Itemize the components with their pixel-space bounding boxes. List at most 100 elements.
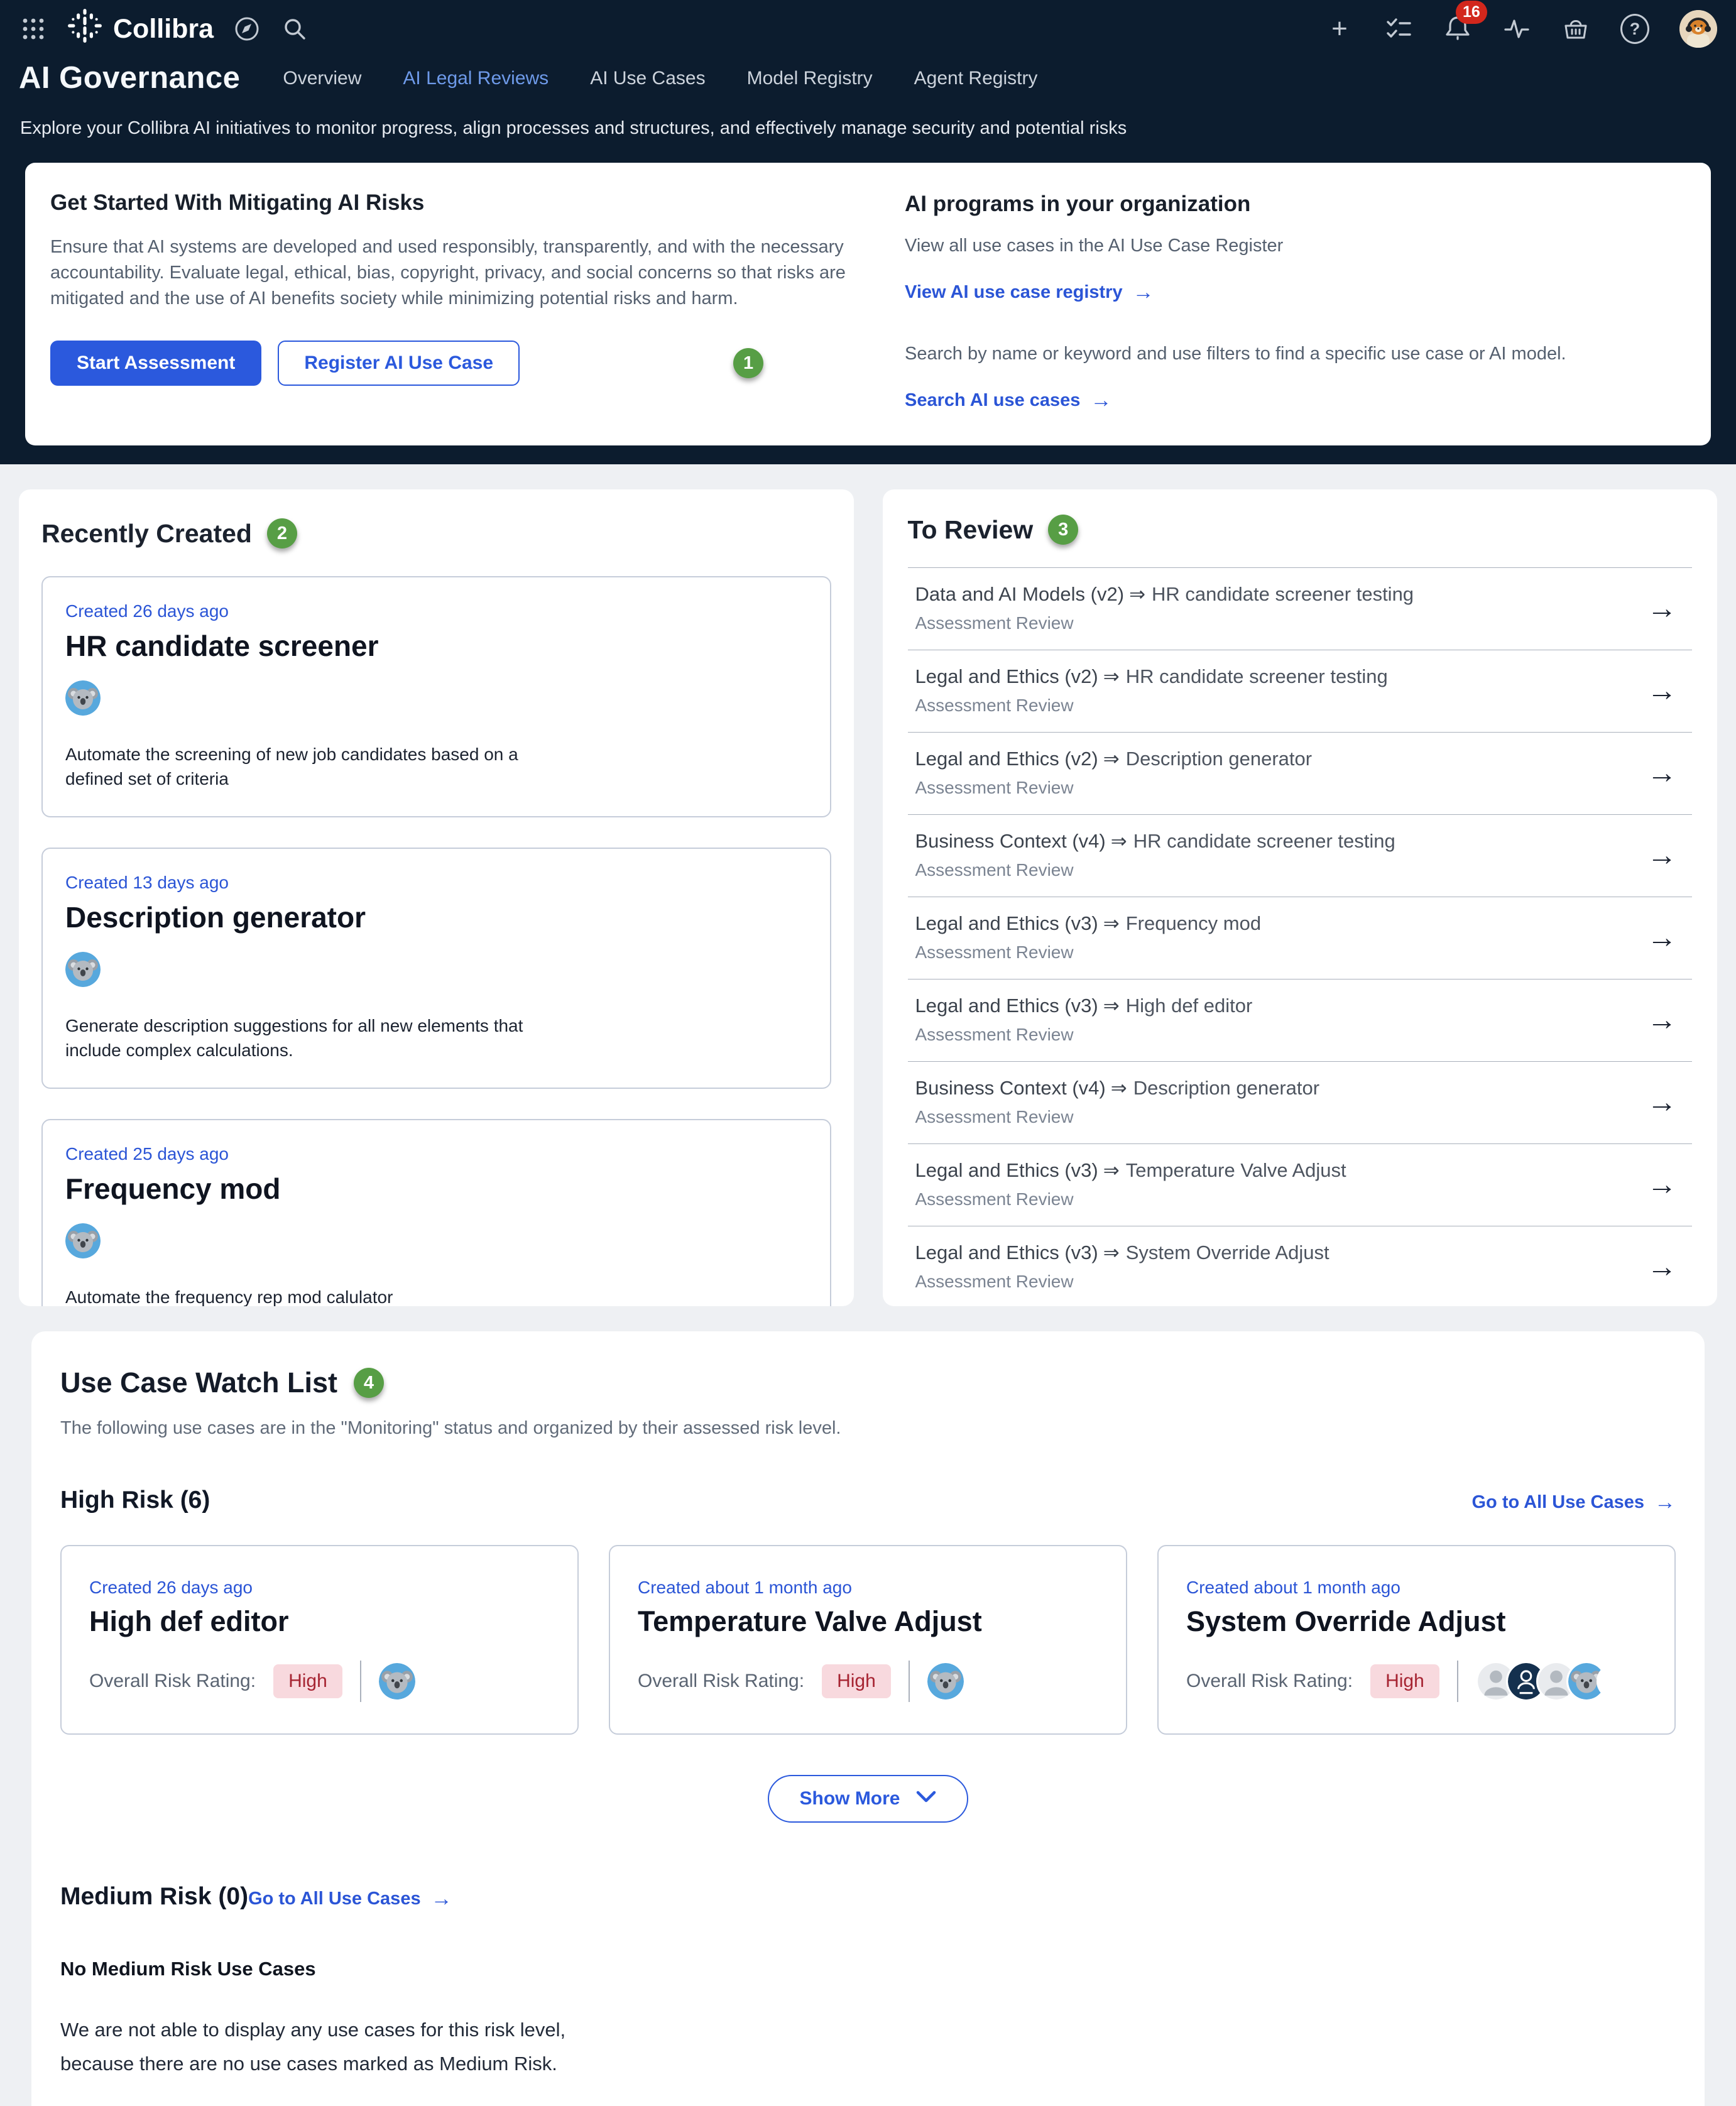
use-case-title: Frequency mod <box>65 1172 281 1205</box>
hero-right: AI programs in your organization View al… <box>905 190 1681 413</box>
header: Collibra + 16 ? AI Governance Overview A… <box>0 0 1736 464</box>
risk-badge-high: High <box>273 1664 342 1698</box>
hero-buttons: Start Assessment Register AI Use Case 1 <box>50 341 905 386</box>
divider <box>359 1661 361 1702</box>
double-arrow-icon: ⇒ <box>1110 1077 1127 1099</box>
no-medium-risk-text-line1: We are not able to display any use cases… <box>60 2019 566 2041</box>
review-subtitle: Assessment Review <box>915 778 1074 797</box>
tab-ai-legal-reviews[interactable]: AI Legal Reviews <box>403 68 549 89</box>
top-navigation-bar: Collibra + 16 ? <box>0 0 1736 58</box>
watch-list-heading: Use Case Watch List 4 <box>60 1367 1676 1399</box>
collibra-logo: Collibra <box>67 8 214 51</box>
app-grid-icon[interactable] <box>19 14 48 43</box>
double-arrow-icon: ⇒ <box>1103 1159 1120 1181</box>
open-review-arrow-icon: → <box>1647 1085 1677 1119</box>
review-subtitle: Assessment Review <box>915 1025 1074 1044</box>
review-row[interactable]: Legal and Ethics (v2) ⇒ HR candidate scree… <box>907 650 1692 733</box>
review-row[interactable]: Business Context (v4) ⇒ Description genera… <box>907 1062 1692 1144</box>
watch-card-temperature-valve-adjust[interactable]: Created about 1 month ago Temperature Va… <box>609 1545 1127 1735</box>
risk-badge-high: High <box>822 1664 891 1698</box>
high-risk-cards: Created 26 days ago High def editor Over… <box>60 1545 1676 1735</box>
arrow-right-icon: → <box>1090 388 1112 412</box>
koala-avatar-icon <box>65 1223 807 1258</box>
ai-programs-line2: Search by name or keyword and use filter… <box>905 344 1566 364</box>
search-ai-use-cases-link[interactable]: Search AI use cases → <box>905 388 1111 413</box>
register-ai-use-case-button[interactable]: Register AI Use Case <box>278 341 520 386</box>
to-review-panel: To Review 3 Data and AI Models (v2) ⇒ HR c… <box>882 489 1717 1306</box>
topbar-actions: + 16 ? <box>1325 0 1717 48</box>
go-to-all-use-cases-link[interactable]: Go to All Use Cases → <box>1471 1490 1676 1515</box>
review-subtitle: Assessment Review <box>915 860 1074 880</box>
watch-list-subtitle: The following use cases are in the "Moni… <box>60 1418 841 1438</box>
tab-ai-use-cases[interactable]: AI Use Cases <box>590 68 705 89</box>
double-arrow-icon: ⇒ <box>1103 995 1120 1017</box>
to-review-list: Data and AI Models (v2) ⇒ HR candidate scr… <box>907 567 1693 1306</box>
recent-card-frequency-mod[interactable]: Created 25 days ago Frequency mod Automa… <box>41 1119 831 1306</box>
hero-card: Get Started With Mitigating AI Risks Ens… <box>25 163 1711 445</box>
go-to-all-use-cases-link[interactable]: Go to All Use Cases → <box>248 1887 452 1911</box>
help-icon[interactable]: ? <box>1620 14 1649 44</box>
arrow-right-icon: → <box>430 1887 452 1911</box>
use-case-watch-list-panel: Use Case Watch List 4 The following use … <box>31 1331 1705 2106</box>
watch-card-high-def-editor[interactable]: Created 26 days ago High def editor Over… <box>60 1545 579 1735</box>
recently-created-heading: Recently Created 2 <box>41 518 831 548</box>
add-icon[interactable]: + <box>1325 14 1354 43</box>
divider <box>908 1661 910 1702</box>
use-case-description: Automate the screening of new job candid… <box>65 745 518 788</box>
hero-body: Ensure that AI systems are developed and… <box>50 237 846 308</box>
no-medium-risk-text-line2: because there are no use cases marked as… <box>60 2053 557 2075</box>
use-case-title: HR candidate screener <box>65 630 379 662</box>
created-timestamp: Created 26 days ago <box>89 1578 253 1597</box>
double-arrow-icon: ⇒ <box>1129 583 1146 605</box>
koala-avatar-icon <box>378 1663 415 1700</box>
review-row[interactable]: Legal and Ethics (v3) ⇒ High def editor As… <box>907 979 1692 1062</box>
open-review-arrow-icon: → <box>1647 1167 1677 1201</box>
arrow-right-icon: → <box>1132 280 1154 304</box>
use-case-description: Generate description suggestions for all… <box>65 1016 523 1060</box>
review-row[interactable]: Legal and Ethics (v2) ⇒ Description genera… <box>907 733 1692 815</box>
page-nav-row: AI Governance Overview AI Legal Reviews … <box>0 58 1736 95</box>
review-row[interactable]: Business Context (v4) ⇒ HR candidate scree… <box>907 815 1692 897</box>
tab-agent-registry[interactable]: Agent Registry <box>914 68 1038 89</box>
marketplace-basket-icon[interactable] <box>1561 14 1590 43</box>
watch-card-system-override-adjust[interactable]: Created about 1 month ago System Overrid… <box>1157 1545 1676 1735</box>
tab-overview[interactable]: Overview <box>283 68 361 89</box>
risk-row: Overall Risk Rating: High <box>638 1661 1098 1702</box>
medium-risk-header: Medium Risk (0) Go to All Use Cases → <box>60 1883 1676 1911</box>
recent-card-description-generator[interactable]: Created 13 days ago Description generato… <box>41 848 831 1089</box>
review-subtitle: Assessment Review <box>915 942 1074 962</box>
tasks-checklist-icon[interactable] <box>1384 14 1413 43</box>
recently-created-panel: Recently Created 2 Created 26 days ago H… <box>19 489 854 1306</box>
risk-badge-high: High <box>1370 1664 1439 1698</box>
review-row[interactable]: Legal and Ethics (v3) ⇒ System Override Ad… <box>908 1226 1693 1306</box>
created-timestamp: Created 26 days ago <box>65 601 229 621</box>
use-case-description: Automate the frequency rep mod calulator <box>65 1287 393 1306</box>
double-arrow-icon: ⇒ <box>1103 1241 1120 1263</box>
review-row[interactable]: Legal and Ethics (v3) ⇒ Temperature Valve … <box>907 1144 1692 1226</box>
risk-row: Overall Risk Rating: High <box>1186 1661 1647 1702</box>
high-risk-label: High Risk (6) <box>60 1487 210 1514</box>
hero-heading: Get Started With Mitigating AI Risks <box>50 190 425 215</box>
review-row[interactable]: Legal and Ethics (v3) ⇒ Frequency mod Asse… <box>907 897 1692 979</box>
double-arrow-icon: ⇒ <box>1103 912 1120 934</box>
activity-pulse-icon[interactable] <box>1502 14 1531 43</box>
open-review-arrow-icon: → <box>1647 838 1677 872</box>
show-more-button[interactable]: Show More <box>768 1775 968 1823</box>
review-row[interactable]: Data and AI Models (v2) ⇒ HR candidate scr… <box>907 568 1692 650</box>
ai-governance-page: Collibra + 16 ? AI Governance Overview A… <box>0 0 1736 2106</box>
start-assessment-button[interactable]: Start Assessment <box>50 341 262 386</box>
collibra-logo-icon <box>67 8 103 51</box>
tab-model-registry[interactable]: Model Registry <box>747 68 873 89</box>
user-avatar[interactable] <box>1679 10 1717 48</box>
view-ai-use-case-registry-link[interactable]: View AI use case registry → <box>905 280 1154 305</box>
open-review-arrow-icon: → <box>1647 920 1677 954</box>
search-icon[interactable] <box>280 14 309 43</box>
created-timestamp: Created 13 days ago <box>65 873 229 892</box>
arrow-right-icon: → <box>1654 1490 1676 1514</box>
risk-rating-label: Overall Risk Rating: <box>638 1671 805 1691</box>
medium-risk-label: Medium Risk (0) <box>60 1883 249 1910</box>
tab-bar: Overview AI Legal Reviews AI Use Cases M… <box>283 68 1037 95</box>
compass-icon[interactable] <box>232 14 261 43</box>
page-subtitle: Explore your Collibra AI initiatives to … <box>20 118 1127 138</box>
recent-card-hr-candidate-screener[interactable]: Created 26 days ago HR candidate screene… <box>41 576 831 817</box>
